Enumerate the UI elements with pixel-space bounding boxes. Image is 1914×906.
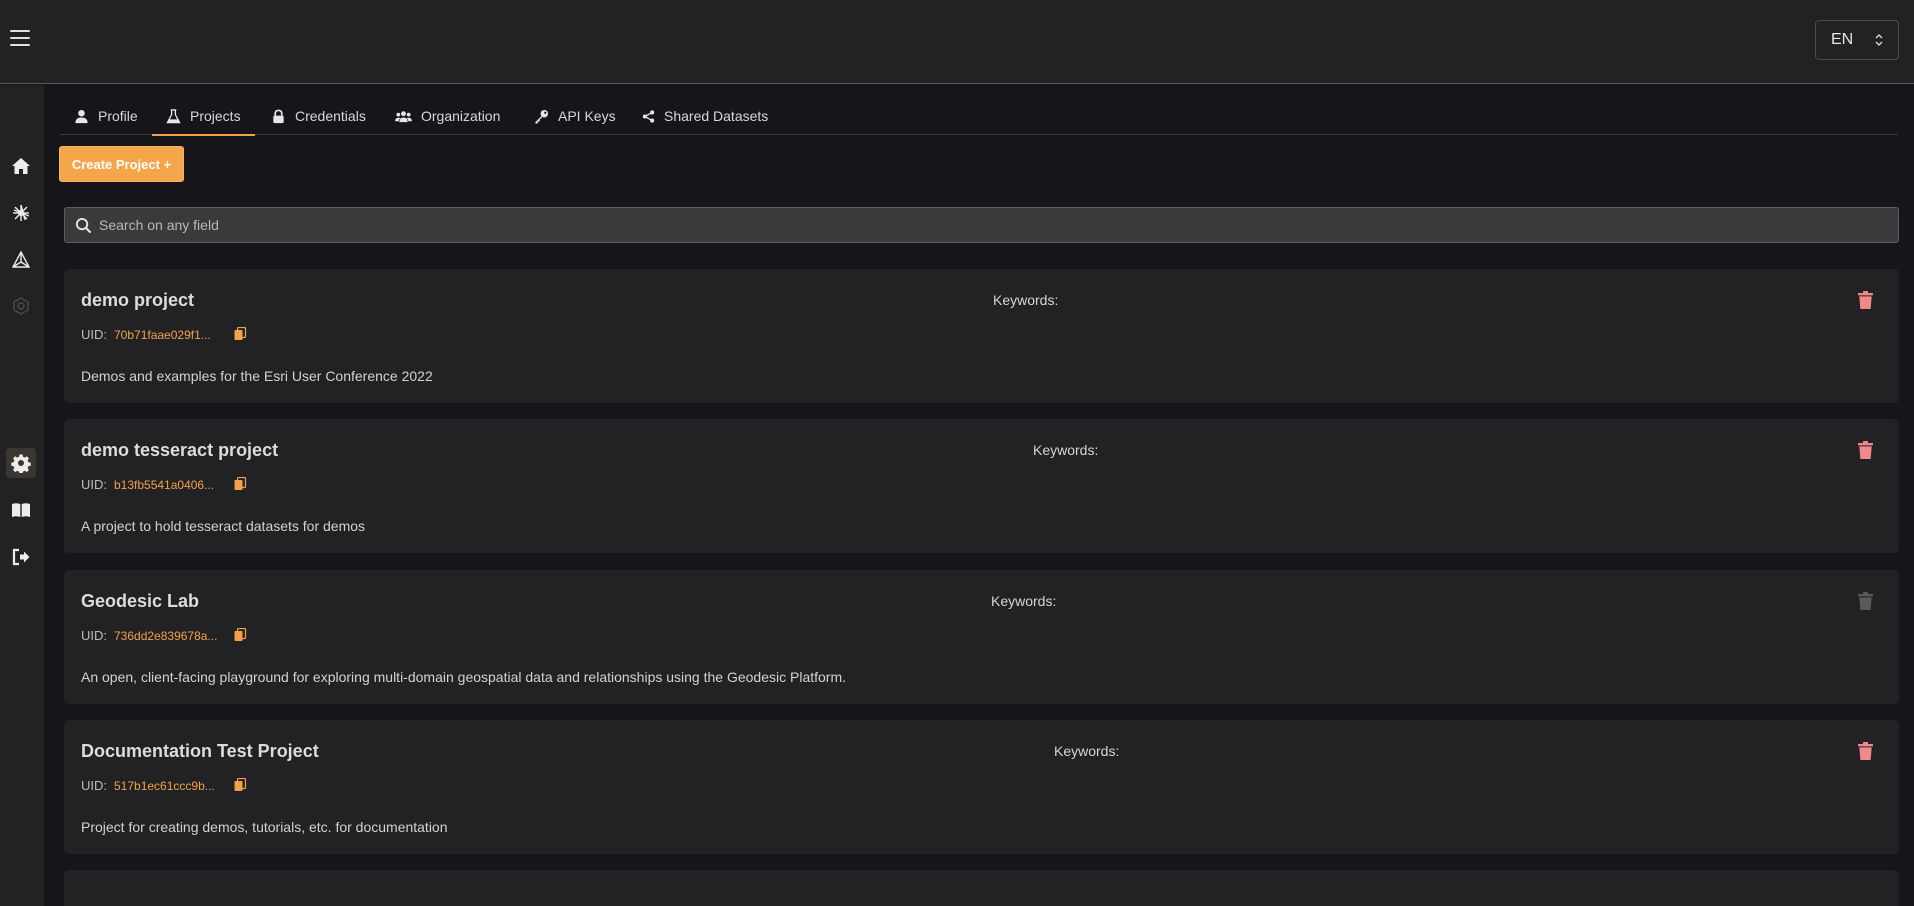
- create-project-button[interactable]: Create Project +: [59, 146, 184, 182]
- copy-icon[interactable]: [234, 327, 247, 341]
- tab-projects[interactable]: Projects: [152, 97, 255, 136]
- uid-value: b13fb5541a0406...: [114, 477, 215, 492]
- project-card-partial: [64, 870, 1899, 906]
- project-card: demo tesseract project Keywords: UID: b13…: [64, 419, 1899, 553]
- top-bar: EN: [0, 0, 1914, 84]
- tab-organization[interactable]: Organization: [395, 97, 500, 135]
- project-card: Documentation Test Project Keywords: UID…: [64, 720, 1899, 854]
- sidebar-item-logout[interactable]: [6, 542, 36, 572]
- project-title[interactable]: demo tesseract project: [81, 440, 278, 461]
- sidebar-item-burst[interactable]: [6, 198, 36, 228]
- hexagon-icon: [13, 297, 29, 315]
- uid-value: 517b1ec61ccc9b...: [114, 778, 215, 793]
- project-description: An open, client-facing playground for ex…: [81, 669, 847, 685]
- project-uid: UID: 70b71faae029f1...: [81, 327, 211, 342]
- tab-api-keys[interactable]: API Keys: [534, 97, 616, 135]
- sidebar: [0, 85, 44, 906]
- share-icon: [642, 109, 655, 123]
- project-title[interactable]: Documentation Test Project: [81, 741, 319, 762]
- chevron-updown-icon: [1875, 33, 1883, 47]
- search-icon: [75, 217, 92, 234]
- language-select[interactable]: EN: [1815, 20, 1899, 60]
- project-card: demo project Keywords: UID: 70b71faae029f…: [64, 269, 1899, 403]
- sidebar-item-network[interactable]: [6, 245, 36, 275]
- user-icon: [75, 109, 88, 123]
- project-uid: UID: 517b1ec61ccc9b...: [81, 778, 215, 793]
- project-description: Project for creating demos, tutorials, e…: [81, 819, 448, 835]
- book-icon: [12, 503, 30, 517]
- network-icon: [11, 250, 31, 268]
- copy-icon[interactable]: [234, 477, 247, 491]
- language-value: EN: [1831, 31, 1854, 48]
- keywords-label: Keywords:: [1033, 442, 1099, 458]
- home-icon: [12, 158, 30, 174]
- menu-icon[interactable]: [10, 30, 30, 46]
- project-uid: UID: 736dd2e839678a...: [81, 628, 218, 643]
- trash-icon[interactable]: [1858, 441, 1873, 459]
- keywords-label: Keywords:: [1054, 743, 1120, 759]
- keywords-label: Keywords:: [993, 292, 1059, 308]
- search-input[interactable]: [99, 208, 1889, 242]
- flask-icon: [166, 108, 181, 123]
- search-box: [64, 207, 1899, 243]
- uid-value: 70b71faae029f1...: [114, 327, 211, 342]
- keywords-label: Keywords:: [991, 593, 1057, 609]
- tab-profile[interactable]: Profile: [74, 97, 138, 135]
- gear-icon: [11, 454, 31, 473]
- trash-icon-disabled: [1858, 592, 1873, 610]
- project-uid: UID: b13fb5541a0406...: [81, 477, 215, 492]
- burst-icon: [13, 204, 30, 221]
- tab-credentials[interactable]: Credentials: [271, 97, 366, 135]
- copy-icon[interactable]: [234, 628, 247, 642]
- sidebar-item-settings[interactable]: [6, 448, 36, 478]
- sidebar-item-hexagon[interactable]: [6, 291, 36, 321]
- trash-icon[interactable]: [1858, 291, 1873, 309]
- project-card: Geodesic Lab Keywords: UID: 736dd2e839678…: [64, 570, 1899, 704]
- project-title[interactable]: demo project: [81, 290, 194, 311]
- tab-bar: Profile Projects Credentials Organizatio…: [60, 97, 1898, 136]
- copy-icon[interactable]: [234, 778, 247, 792]
- sidebar-item-docs[interactable]: [6, 495, 36, 525]
- logout-icon: [12, 548, 30, 566]
- users-icon: [395, 110, 412, 122]
- key-icon: [535, 109, 549, 124]
- lock-icon: [273, 109, 284, 123]
- project-description: A project to hold tesseract datasets for…: [81, 518, 366, 534]
- tab-shared-datasets[interactable]: Shared Datasets: [642, 97, 768, 135]
- uid-value: 736dd2e839678a...: [114, 628, 218, 643]
- project-title[interactable]: Geodesic Lab: [81, 591, 199, 612]
- trash-icon[interactable]: [1858, 742, 1873, 760]
- project-description: Demos and examples for the Esri User Con…: [81, 368, 433, 384]
- sidebar-item-home[interactable]: [6, 151, 36, 181]
